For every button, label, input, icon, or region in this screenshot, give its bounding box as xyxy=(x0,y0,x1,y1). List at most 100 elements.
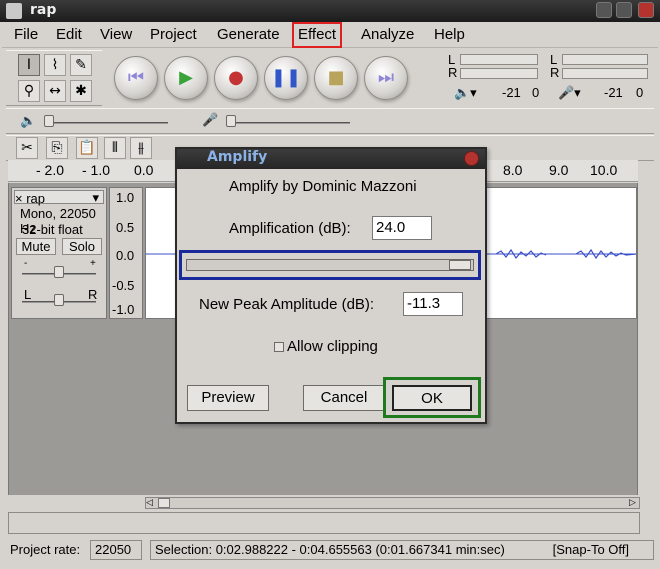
allow-clipping-label: Allow clipping xyxy=(287,338,378,355)
app-icon xyxy=(6,3,22,19)
playback-meter-level: -21 xyxy=(502,85,521,100)
amplitude-ruler: 1.0 0.5 0.0 -0.5 -1.0 xyxy=(109,187,143,319)
selection-status: Selection: 0:02.988222 - 0:04.655563 (0:… xyxy=(150,540,654,560)
record-meter: L R 🎤▾ -21 0 xyxy=(544,52,654,106)
ok-button-highlight: OK xyxy=(383,377,481,418)
menu-file[interactable]: File xyxy=(10,24,42,46)
ruler-tick: - 1.0 xyxy=(82,162,111,178)
peak-amplitude-input[interactable]: -11.3 xyxy=(403,292,463,316)
dialog-close-icon[interactable] xyxy=(464,151,479,166)
gain-slider-thumb[interactable] xyxy=(54,266,64,278)
selection-tool-icon[interactable]: I xyxy=(18,54,40,76)
amplification-slider-thumb[interactable] xyxy=(449,260,471,270)
status-bar: Project rate: 22050 Selection: 0:02.9882… xyxy=(0,536,660,569)
record-meter-right-bar xyxy=(562,68,648,79)
amplitude-tick: -0.5 xyxy=(112,278,135,293)
title-bar: rap xyxy=(0,0,660,22)
ruler-tick: 9.0 xyxy=(549,162,569,178)
speaker-icon[interactable]: 🔈▾ xyxy=(454,85,477,101)
tools-toolbar: I ⌇ ✎ ⚲ ↔ ✱ xyxy=(6,50,102,106)
skip-end-icon[interactable]: ⏭ xyxy=(364,56,408,100)
amplitude-tick: 0.5 xyxy=(116,220,135,235)
playback-meter-value: 0 xyxy=(532,85,540,100)
window-title: rap xyxy=(30,2,57,18)
track-bitdepth: 32-bit float xyxy=(22,222,83,237)
amplification-label: Amplification (dB): xyxy=(229,220,351,237)
copy-icon[interactable]: ⎘ xyxy=(46,137,68,159)
record-meter-value: 0 xyxy=(636,85,644,100)
ruler-tick: 0.0 xyxy=(134,162,154,178)
snap-status[interactable]: [Snap-To Off] xyxy=(553,542,629,557)
transport-toolbar: ⏮ ▶ ● ❚❚ ■ ⏭ xyxy=(104,50,430,106)
menu-bar: File Edit View Project Generate Effect A… xyxy=(2,22,658,48)
silence-icon[interactable]: ⫵ xyxy=(130,137,152,159)
timeshift-tool-icon[interactable]: ↔ xyxy=(44,80,66,102)
amplification-slider[interactable] xyxy=(186,259,474,271)
microphone-icon[interactable]: 🎤▾ xyxy=(558,85,581,101)
menu-help[interactable]: Help xyxy=(430,24,469,46)
stop-icon[interactable]: ■ xyxy=(314,56,358,100)
zoom-tool-icon[interactable]: ⚲ xyxy=(18,80,40,102)
selection-text: Selection: 0:02.988222 - 0:04.655563 (0:… xyxy=(155,542,505,557)
trim-icon[interactable]: ⫴ xyxy=(104,137,126,159)
input-volume-slider[interactable] xyxy=(230,122,350,124)
dialog-title-bar[interactable]: Amplify xyxy=(177,149,485,169)
horizontal-scrollbar[interactable]: ◁ ▷ xyxy=(145,497,640,509)
track-name-dropdown[interactable]: × rap ▾ xyxy=(14,190,104,206)
minimize-button[interactable] xyxy=(596,2,612,18)
track-control-panel: × rap ▾ Mono, 22050 Hz 32-bit float Mute… xyxy=(11,187,107,319)
meter-right-label: R xyxy=(550,65,560,80)
input-volume-icon: 🎤 xyxy=(202,112,219,127)
amplify-dialog: Amplify Amplify by Dominic Mazzoni Ampli… xyxy=(175,147,487,424)
playback-meter-left-bar xyxy=(460,54,538,65)
output-volume-icon: 🔈 xyxy=(20,113,37,128)
record-icon[interactable]: ● xyxy=(214,56,258,100)
draw-tool-icon[interactable]: ✎ xyxy=(70,54,92,76)
close-window-button[interactable] xyxy=(638,2,654,18)
menu-edit[interactable]: Edit xyxy=(52,24,86,46)
project-rate-label: Project rate: xyxy=(10,542,81,557)
play-icon[interactable]: ▶ xyxy=(164,56,208,100)
ruler-tick: - 2.0 xyxy=(36,162,65,178)
pan-slider-thumb[interactable] xyxy=(54,294,64,306)
amplification-input[interactable]: 24.0 xyxy=(372,216,432,240)
maximize-button[interactable] xyxy=(616,2,632,18)
scroll-thumb[interactable] xyxy=(158,498,170,508)
solo-button[interactable]: Solo xyxy=(62,238,102,255)
meter-right-label: R xyxy=(448,65,458,80)
amplitude-tick: 0.0 xyxy=(116,248,135,263)
cancel-button[interactable]: Cancel xyxy=(303,385,385,411)
amplitude-tick: 1.0 xyxy=(116,190,135,205)
input-volume-thumb[interactable] xyxy=(226,115,236,127)
allow-clipping-checkbox[interactable] xyxy=(274,342,284,352)
menu-view[interactable]: View xyxy=(96,24,136,46)
track-close-icon[interactable]: × xyxy=(15,191,23,206)
envelope-tool-icon[interactable]: ⌇ xyxy=(44,54,66,76)
project-rate-field[interactable]: 22050 xyxy=(90,540,142,560)
multi-tool-icon[interactable]: ✱ xyxy=(70,80,92,102)
playback-meter-right-bar xyxy=(460,68,538,79)
preview-button[interactable]: Preview xyxy=(187,385,269,411)
menu-analyze[interactable]: Analyze xyxy=(357,24,418,46)
dialog-title: Amplify xyxy=(207,149,268,165)
gain-minus-label: - xyxy=(24,258,28,269)
mixer-toolbar: 🔈 🎤 xyxy=(6,108,654,134)
pan-right-label: R xyxy=(88,287,98,302)
menu-project[interactable]: Project xyxy=(146,24,201,46)
peak-amplitude-label: New Peak Amplitude (dB): xyxy=(199,296,375,313)
mute-button[interactable]: Mute xyxy=(16,238,56,255)
status-message-area xyxy=(8,512,640,534)
ok-button[interactable]: OK xyxy=(392,385,472,411)
skip-start-icon[interactable]: ⏮ xyxy=(114,56,158,100)
cut-icon[interactable]: ✂ xyxy=(16,137,38,159)
output-volume-slider[interactable] xyxy=(48,122,168,124)
pause-icon[interactable]: ❚❚ xyxy=(264,56,308,100)
paste-icon[interactable]: 📋 xyxy=(76,137,98,159)
menu-effect[interactable]: Effect xyxy=(291,22,343,48)
menu-generate[interactable]: Generate xyxy=(213,24,284,46)
scroll-left-icon[interactable]: ◁ xyxy=(146,498,156,508)
scroll-right-icon[interactable]: ▷ xyxy=(629,498,639,508)
output-volume-thumb[interactable] xyxy=(44,115,54,127)
amplitude-tick: -1.0 xyxy=(112,302,135,317)
ruler-tick: 10.0 xyxy=(590,162,618,178)
